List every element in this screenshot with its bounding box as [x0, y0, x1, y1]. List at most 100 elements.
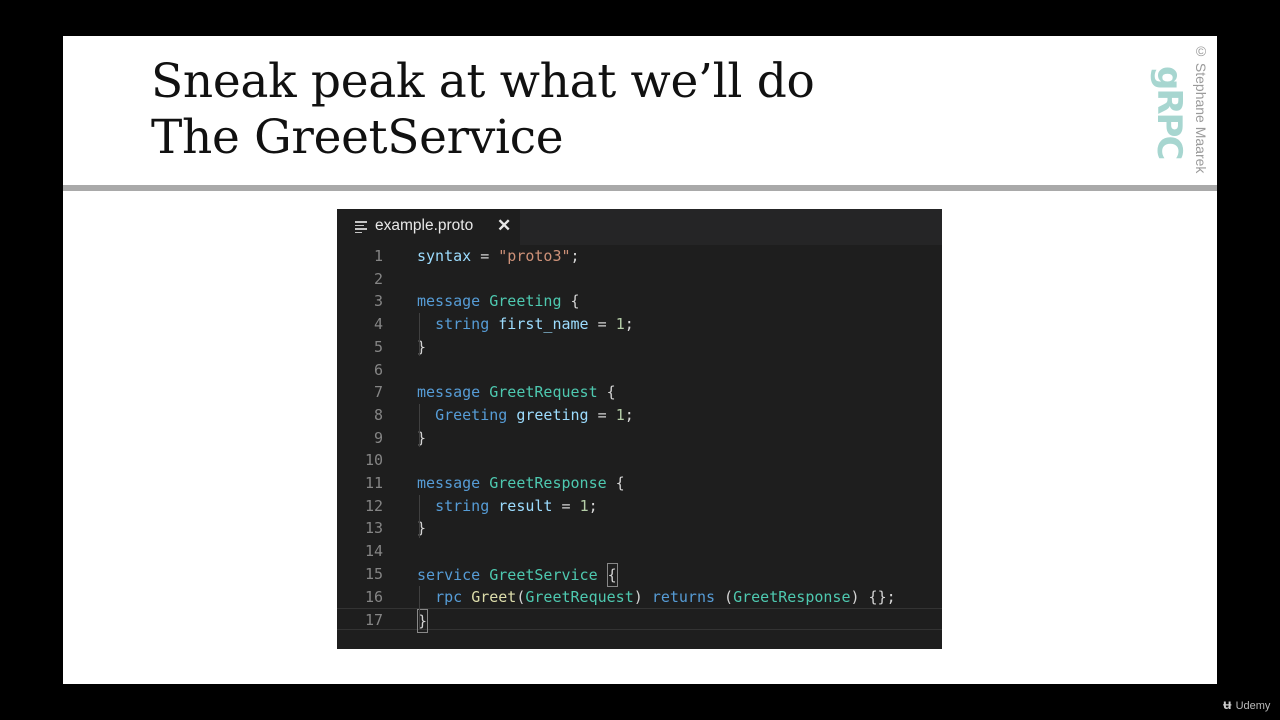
code-token: rpc	[435, 587, 463, 606]
code-token: {	[606, 562, 618, 587]
code-line[interactable]: 14	[337, 540, 942, 562]
slide-title: Sneak peak at what we’ll do The GreetSer…	[151, 54, 815, 166]
code-line[interactable]: 15 service GreetService {	[337, 562, 942, 587]
code-token: ) {};	[850, 587, 896, 606]
code-token: greeting	[516, 405, 589, 424]
code-line[interactable]: 1 syntax = "proto3";	[337, 245, 942, 267]
line-number: 8	[373, 405, 383, 424]
code-text: string first_name = 1;	[417, 313, 634, 335]
code-token: result	[498, 496, 553, 515]
code-token: returns	[651, 587, 716, 606]
line-number: 14	[364, 542, 383, 561]
code-token: "proto3"	[498, 247, 571, 265]
udemy-watermark: ʉ Udemy	[1223, 696, 1270, 712]
code-token: GreetResponse	[489, 474, 607, 492]
line-number: 15	[364, 564, 383, 583]
code-line[interactable]: 9}	[337, 427, 942, 449]
code-line[interactable]: 16 rpc Greet(GreetRequest) returns (Gree…	[337, 586, 942, 608]
code-token: GreetResponse	[733, 587, 851, 606]
code-token: {	[561, 292, 580, 311]
code-line[interactable]: 12 string result = 1;	[337, 495, 942, 517]
code-token: {	[597, 383, 616, 402]
code-text: Greeting greeting = 1;	[417, 404, 634, 426]
code-text: rpc Greet(GreetRequest) returns (GreetRe…	[417, 586, 896, 608]
code-token: Greet	[471, 587, 517, 606]
code-token: =	[588, 315, 616, 334]
code-token: syntax	[417, 247, 472, 265]
indent-guide	[419, 494, 420, 539]
line-number: 1	[373, 247, 383, 265]
line-number: 12	[364, 496, 383, 515]
code-editor: example.proto ✕ 1 syntax = "proto3"; 2 3 mes…	[337, 209, 942, 649]
line-number: 3	[373, 292, 383, 311]
code-token: GreetService	[489, 565, 598, 584]
code-token: message	[417, 292, 481, 311]
code-line[interactable]: 10	[337, 449, 942, 471]
code-token: message	[417, 383, 481, 402]
code-token: GreetRequest	[489, 383, 598, 402]
code-token: =	[552, 496, 580, 515]
grpc-logo: gRPC	[1149, 66, 1189, 158]
code-token: message	[417, 474, 481, 492]
code-token: ;	[588, 496, 598, 515]
slide-title-line-2: The GreetService	[151, 110, 564, 165]
editor-tab-bar: example.proto ✕	[337, 209, 942, 245]
code-line[interactable]: 4 string first_name = 1;	[337, 313, 942, 335]
code-token: 1	[615, 315, 625, 334]
code-line[interactable]: 13}	[337, 517, 942, 539]
code-text: message GreetResponse {	[417, 472, 625, 494]
title-divider	[63, 185, 1217, 191]
code-token: ;	[570, 247, 580, 265]
close-icon[interactable]: ✕	[497, 216, 511, 236]
code-line[interactable]: 3 message Greeting {	[337, 290, 942, 312]
code-line[interactable]: 7 message GreetRequest {	[337, 381, 942, 403]
code-line[interactable]: 5}	[337, 336, 942, 358]
line-number: 5	[373, 337, 383, 356]
code-token: {	[606, 474, 625, 492]
line-number: 17	[364, 611, 383, 630]
code-token: =	[588, 405, 616, 424]
line-number: 10	[364, 451, 383, 470]
code-token: ;	[624, 405, 634, 424]
code-token: string	[435, 315, 490, 334]
code-line[interactable]: 8 Greeting greeting = 1;	[337, 404, 942, 426]
indent-guide	[419, 403, 420, 448]
code-line[interactable]: 11 message GreetResponse {	[337, 472, 942, 494]
line-number: 4	[373, 315, 383, 334]
code-token: service	[417, 565, 481, 584]
line-number: 7	[373, 383, 383, 402]
line-number: 13	[364, 519, 383, 538]
line-number: 2	[373, 269, 383, 288]
copyright-notice: © Stephane Maarek	[1193, 43, 1209, 174]
slide-title-line-1: Sneak peak at what we’ll do	[151, 54, 815, 109]
code-token: )	[633, 587, 652, 606]
code-line[interactable]: 17}	[337, 608, 942, 634]
grpc-logo-text: gRPC	[1149, 66, 1189, 159]
code-token: Greeting	[489, 292, 562, 311]
code-line[interactable]: 6	[337, 359, 942, 381]
udemy-label: Udemy	[1235, 700, 1271, 712]
code-token: 1	[579, 496, 589, 515]
code-line[interactable]: 2	[337, 268, 942, 290]
code-token: GreetRequest	[525, 587, 634, 606]
code-token: ;	[624, 315, 634, 334]
code-token: Greeting	[435, 405, 508, 424]
line-number: 9	[373, 428, 383, 447]
tab-example-proto[interactable]: example.proto ✕	[337, 209, 520, 245]
tab-label: example.proto	[375, 217, 474, 234]
code-token: (	[715, 587, 734, 606]
code-text: message GreetRequest {	[417, 381, 616, 403]
indent-guide	[419, 313, 420, 357]
file-lines-icon	[355, 221, 367, 233]
code-text: string result = 1;	[417, 495, 598, 517]
code-text: syntax = "proto3";	[417, 245, 580, 267]
line-number: 6	[373, 360, 383, 379]
line-number: 16	[364, 587, 383, 606]
